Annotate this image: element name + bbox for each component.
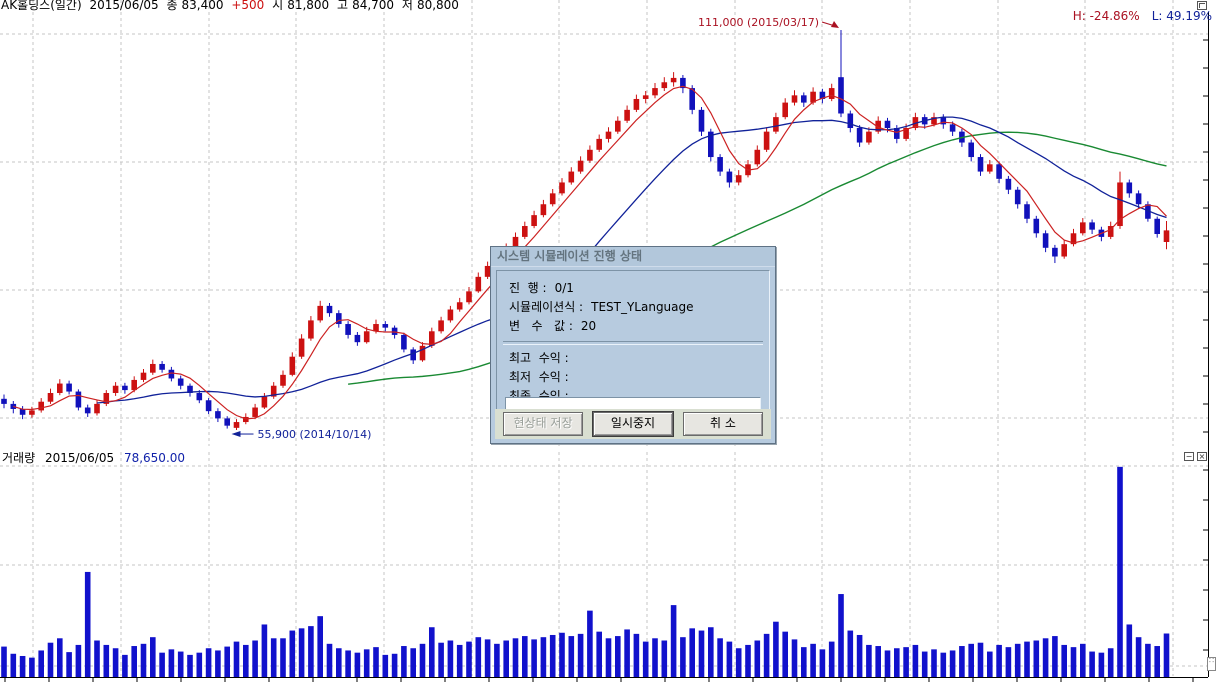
variable-row-label: 변 수 값 : [509,319,573,333]
high-value: 84,700 [352,0,394,12]
progress-row-label: 진 행 : [509,281,547,295]
trough-annotation: 55,900 (2014/10/14) [258,428,372,441]
volume-header: 거래량 2015/06/05 78,650.00 [2,449,191,466]
close-icon[interactable]: × [1197,452,1207,461]
chart-date: 2015/06/05 [89,0,158,12]
price-header: AK홀딩스(일간) 2015/06/05 종 83,400 +500 시 81,80… [1,0,463,13]
simulation-dialog: 시스템 시뮬레이션 진행 상태 진 행 : 0/1 시뮬레이션식 : TEST_YL… [490,246,776,444]
chart-window: 111,000 (2015/03/17)55,900 (2014/10/14) … [0,0,1216,683]
range-low-pct: L: 49.19% [1152,9,1212,23]
formula-row: 시뮬레이션식 : TEST_YLanguage [509,298,757,317]
change-value: +500 [231,0,264,12]
progress-row-value: 0/1 [555,281,574,295]
range-high-pct: H: -24.86% [1073,9,1140,23]
formula-row-value: TEST_YLanguage [591,300,693,314]
volume-date: 2015/06/05 [45,451,114,465]
resize-grip-icon[interactable]: ∷ [1207,657,1216,671]
dialog-separator [503,341,763,345]
cancel-button[interactable]: 취 소 [683,412,763,436]
pause-button[interactable]: 일시중지 [593,412,673,436]
close-label: 종 [166,0,177,12]
progress-row: 진 행 : 0/1 [509,279,757,298]
low-value: 80,800 [417,0,459,12]
volume-label: 거래량 [2,451,35,465]
high-label: 고 [337,0,348,12]
variable-row: 변 수 값 : 20 [509,317,757,336]
symbol-title: AK홀딩스(일간) [1,0,82,12]
save-state-button[interactable]: 현상태 저장 [503,412,583,436]
max-profit-row: 최고 수익 : [509,349,757,368]
dialog-title[interactable]: 시스템 시뮬레이션 진행 상태 [491,247,775,267]
close-value: 83,400 [182,0,224,12]
dialog-body: 진 행 : 0/1 시뮬레이션식 : TEST_YLanguage 변 수 값 : 2… [496,270,770,411]
formula-row-label: 시뮬레이션식 : [509,300,583,314]
dialog-button-strip: 현상태 저장 일시중지 취 소 [495,409,771,439]
peak-annotation: 111,000 (2015/03/17) [698,16,819,29]
range-badge: H: -24.86% L: 49.19% [1073,9,1212,23]
open-value: 81,800 [287,0,329,12]
volume-series [1,467,1169,677]
minimize-icon[interactable]: − [1184,452,1194,461]
low-label: 저 [402,0,413,12]
open-label: 시 [272,0,283,12]
volume-value: 78,650.00 [124,451,185,465]
variable-row-value: 20 [581,319,596,333]
min-profit-row: 최저 수익 : [509,368,757,387]
restore-icon[interactable] [1197,1,1207,10]
